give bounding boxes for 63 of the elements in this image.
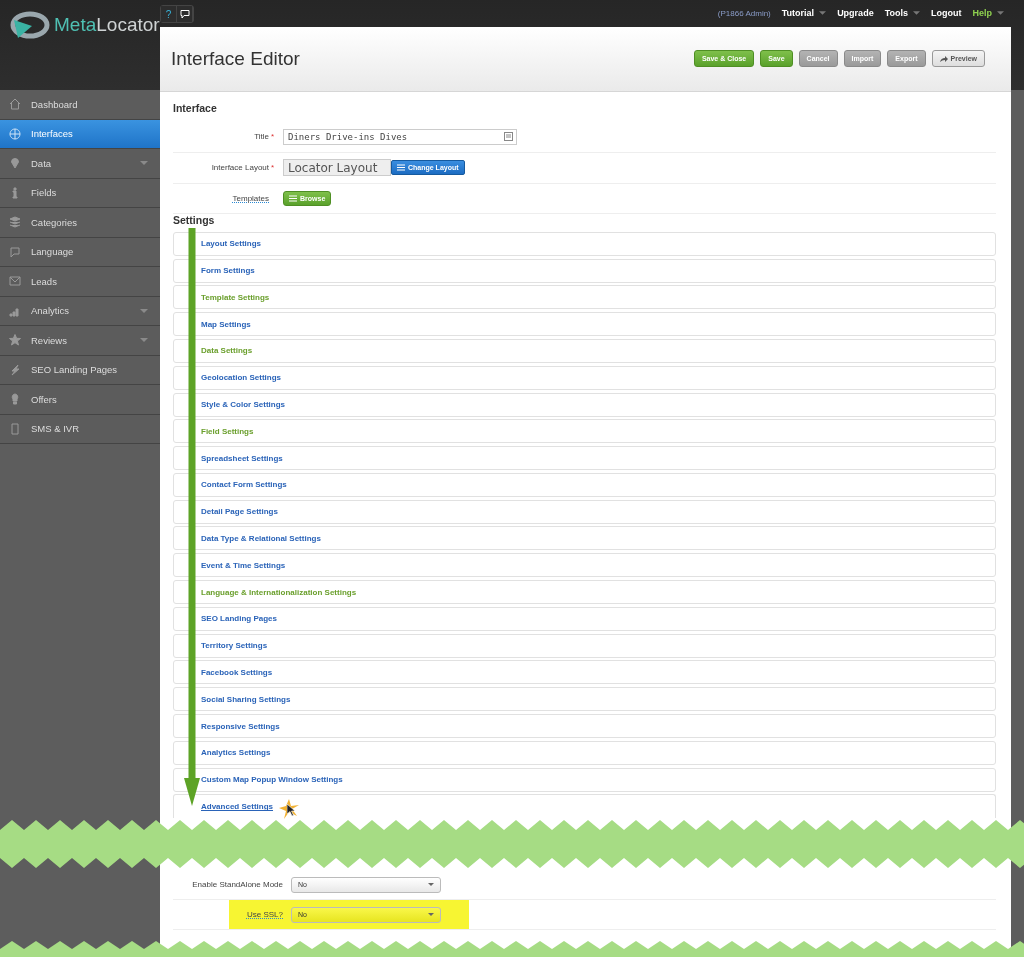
settings-link[interactable]: Data Settings: [201, 346, 253, 356]
settings-link[interactable]: Style & Color Settings: [201, 400, 285, 409]
field-label: Enable StandAlone Mode: [191, 880, 283, 890]
envelope-icon: [9, 275, 21, 288]
settings-link[interactable]: Analytics Settings: [201, 748, 271, 758]
settings-link[interactable]: Layout Settings: [201, 239, 261, 249]
settings-link[interactable]: Geolocation Settings: [201, 373, 281, 383]
globe-icon: [9, 127, 21, 140]
list-icon: [289, 194, 297, 202]
settings-link[interactable]: Territory Settings: [201, 641, 268, 651]
speech-bubble-icon: [9, 245, 21, 258]
settings-link[interactable]: Facebook Settings: [201, 667, 273, 677]
phone-icon: [9, 422, 21, 435]
logo-icon: [10, 10, 50, 40]
top-menu-link[interactable]: Tools: [884, 8, 908, 19]
settings-link[interactable]: Contact Form Settings: [201, 480, 287, 490]
field-icon: [504, 132, 513, 142]
help-button[interactable]: ?: [161, 6, 177, 23]
settings-link[interactable]: Advanced Settings: [201, 802, 273, 812]
account-label: (P1866 Admin): [717, 8, 771, 18]
required-mark: *: [270, 163, 276, 173]
settings-link[interactable]: Event & Time Settings: [201, 560, 286, 570]
settings-link[interactable]: Template Settings: [201, 292, 270, 302]
section-heading: Settings: [173, 213, 216, 228]
field-label: Interface Layout: [210, 163, 269, 173]
settings-link[interactable]: Detail Page Settings: [201, 507, 278, 517]
sidebar-item[interactable]: Interfaces: [0, 119, 160, 149]
settings-link[interactable]: Field Settings: [201, 426, 254, 436]
top-menu-link[interactable]: Upgrade: [837, 8, 874, 19]
info-icon: [9, 186, 21, 199]
settings-link[interactable]: Spreadsheet Settings: [201, 453, 283, 463]
stack-icon: [9, 216, 21, 229]
title-field[interactable]: Diners Drive-ins Dives: [283, 128, 517, 145]
settings-link[interactable]: Language & Internationalization Settings: [201, 587, 357, 597]
lightbulb-icon: [9, 393, 21, 406]
star-icon: [9, 334, 21, 347]
logo-text: MetaLocator: [54, 14, 160, 36]
settings-link[interactable]: Form Settings: [201, 266, 255, 275]
settings-link[interactable]: Social Sharing Settings: [201, 694, 291, 704]
settings-link[interactable]: Map Settings: [201, 319, 251, 329]
list-icon: [397, 164, 405, 172]
field-label: Title: [253, 132, 269, 142]
top-menu-link[interactable]: Logout: [931, 8, 962, 19]
settings-link[interactable]: Responsive Settings: [201, 721, 280, 731]
field-label: Templates: [231, 193, 269, 203]
field-label: Use SSL?: [245, 910, 283, 920]
feedback-button[interactable]: [177, 6, 193, 23]
required-mark: *: [270, 132, 276, 142]
lightning-icon: [9, 363, 21, 376]
pin-icon: [9, 157, 21, 170]
settings-link[interactable]: SEO Landing Pages: [201, 614, 277, 624]
top-menu-link[interactable]: Help: [972, 8, 992, 19]
section-heading: Interface: [173, 101, 218, 116]
page-title: Interface Editor: [171, 47, 300, 70]
layout-field[interactable]: Locator Layout: [283, 159, 391, 177]
settings-link[interactable]: Custom Map Popup Window Settings: [201, 775, 343, 785]
caret-icon: [428, 883, 434, 887]
share-arrow-icon: [939, 55, 948, 63]
caret-icon: [428, 913, 434, 917]
home-icon: [9, 98, 21, 111]
settings-link[interactable]: Data Type & Relational Settings: [201, 534, 321, 543]
speech-bubble-icon: [179, 9, 190, 20]
top-menu-link[interactable]: Tutorial: [781, 8, 815, 19]
